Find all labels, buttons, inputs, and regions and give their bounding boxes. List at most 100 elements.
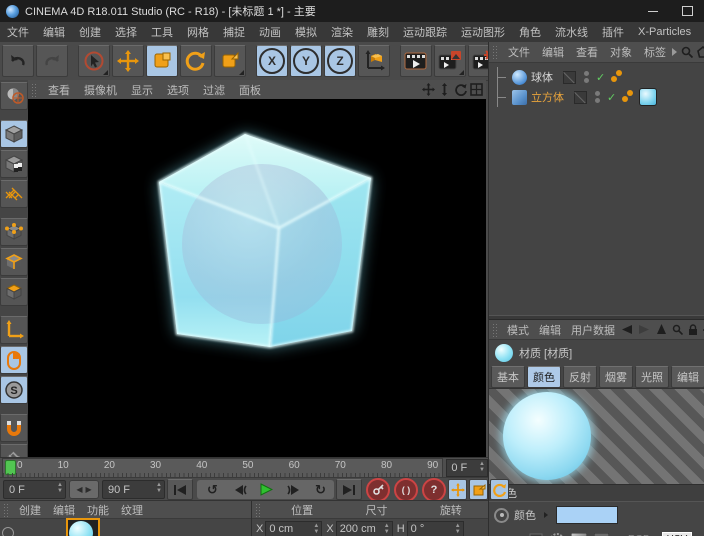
deformer-dots-icon[interactable] [622,90,634,104]
minimize-button[interactable] [636,0,670,22]
menu-motion-tracker[interactable]: 运动跟踪 [396,24,454,40]
lock-icon[interactable] [688,324,698,336]
next-frame-button[interactable] [281,480,306,499]
goto-end-button[interactable] [336,479,362,500]
object-name-sphere[interactable]: 球体 [531,69,553,85]
rotation-h-field[interactable]: 0 ° ▲▼ [407,521,464,536]
om-menu-tags[interactable]: 标签 [638,44,672,60]
lock-x-axis-button[interactable]: X [256,45,288,77]
timeline-ruler[interactable]: 0 10 20 30 40 50 60 70 80 90 [2,458,443,478]
menu-character[interactable]: 角色 [512,24,548,40]
current-frame-field[interactable]: 0 F ▲▼ [446,459,488,477]
visibility-dots[interactable] [595,91,600,103]
viewport-canvas[interactable] [28,99,486,457]
mm-menu-edit[interactable]: 编辑 [47,502,81,518]
attribute-manager-drag-handle[interactable] [492,323,499,337]
coordinate-system-button[interactable] [358,45,390,77]
mm-menu-create[interactable]: 创建 [13,502,47,518]
record-position-toggle[interactable] [448,479,467,500]
om-menu-file[interactable]: 文件 [502,44,536,60]
layer-patch-icon[interactable] [574,91,587,104]
object-manager-drag-handle[interactable] [492,45,499,59]
previous-frame-button[interactable] [227,480,252,499]
points-mode-button[interactable] [0,218,28,246]
tab-basic[interactable]: 基本 [491,366,525,388]
spectrum-picker-icon[interactable] [529,533,543,536]
rotation-h-spinner[interactable]: ▲▼ [455,523,461,535]
history-back-icon[interactable] [620,324,633,335]
menu-render[interactable]: 渲染 [324,24,360,40]
enable-check-icon[interactable]: ✓ [596,71,605,84]
magnet-snap-button[interactable] [0,414,28,442]
material-manager-drag-handle[interactable] [3,503,10,517]
mm-menu-texture[interactable]: 纹理 [115,502,149,518]
om-overflow-arrow-icon[interactable] [672,48,677,56]
material-tag-icon[interactable] [639,88,657,106]
menu-edit[interactable]: 编辑 [36,24,72,40]
color-swatch[interactable] [556,506,618,524]
deformer-dots-icon[interactable] [611,70,623,84]
pan-view-icon[interactable] [422,83,435,96]
object-row-cube[interactable]: 立方体 ✓ [489,87,704,107]
record-rotation-toggle[interactable] [490,479,509,500]
am-menu-edit[interactable]: 编辑 [534,322,566,338]
tab-illumination[interactable]: 光照 [635,366,669,388]
coordinates-drag-handle[interactable] [255,503,262,517]
material-thumbnail[interactable] [66,518,100,536]
sphere-object-icon[interactable] [512,70,527,85]
vp-menu-display[interactable]: 显示 [124,82,160,98]
maximize-button[interactable] [670,0,704,22]
menu-xparticles[interactable]: X-Particles [631,26,698,38]
menu-tools[interactable]: 工具 [144,24,180,40]
position-x-spinner[interactable]: ▲▼ [313,523,319,535]
menu-select[interactable]: 选择 [108,24,144,40]
vp-menu-panel[interactable]: 面板 [232,82,268,98]
color-wheel-icon[interactable] [550,533,564,536]
menu-mesh[interactable]: 网格 [180,24,216,40]
color-section-header[interactable]: 颜色 [489,484,704,502]
tab-editor[interactable]: 编辑 [671,366,704,388]
make-editable-button[interactable] [0,82,28,110]
om-menu-edit[interactable]: 编辑 [536,44,570,60]
enable-check-icon[interactable]: ✓ [607,91,616,104]
autokey-button[interactable]: ( ) [394,478,418,502]
redo-button[interactable] [36,45,68,77]
menu-script[interactable]: 脚本 [698,24,704,40]
k-mode-button[interactable]: K [699,532,704,536]
scale-tool[interactable] [146,45,178,77]
end-frame-spinner[interactable]: ▲▼ [156,482,162,494]
home-path-icon[interactable] [697,46,704,58]
menu-snap[interactable]: 捕捉 [216,24,252,40]
vp-menu-view[interactable]: 查看 [41,82,77,98]
tab-fog[interactable]: 烟雾 [599,366,633,388]
layer-patch-icon[interactable] [563,71,576,84]
start-frame-spinner[interactable]: ▲▼ [57,482,63,494]
rotate-tool[interactable] [180,45,212,77]
position-x-field[interactable]: 0 cm ▲▼ [265,521,322,536]
snap-button[interactable]: S [0,376,28,404]
viewport-drag-handle[interactable] [31,83,38,97]
menu-animate[interactable]: 动画 [252,24,288,40]
render-to-picture-viewer-button[interactable] [434,45,466,77]
move-tool[interactable] [112,45,144,77]
visibility-dots[interactable] [584,71,589,83]
cube-object-icon[interactable] [512,90,527,105]
vp-menu-cameras[interactable]: 摄像机 [77,82,124,98]
color-expand-arrow-icon[interactable] [544,512,548,518]
play-backward-button[interactable]: ↺ [200,480,225,499]
menu-sculpt[interactable]: 雕刻 [360,24,396,40]
record-keyframe-button[interactable] [366,478,390,502]
frame-step-buttons[interactable]: ◀▶ [69,480,99,499]
enable-axis-button[interactable] [0,316,28,344]
om-menu-objects[interactable]: 对象 [604,44,638,60]
play-button[interactable] [254,480,279,499]
menu-mograph[interactable]: 运动图形 [454,24,512,40]
edges-mode-button[interactable] [0,248,28,276]
search-icon[interactable] [681,46,693,58]
lock-y-axis-button[interactable]: Y [290,45,322,77]
menu-simulate[interactable]: 模拟 [288,24,324,40]
tweak-mode-button[interactable] [0,346,28,374]
last-used-tool[interactable] [214,45,246,77]
goto-start-button[interactable] [167,479,193,500]
toggle-view-icon[interactable] [470,83,483,96]
